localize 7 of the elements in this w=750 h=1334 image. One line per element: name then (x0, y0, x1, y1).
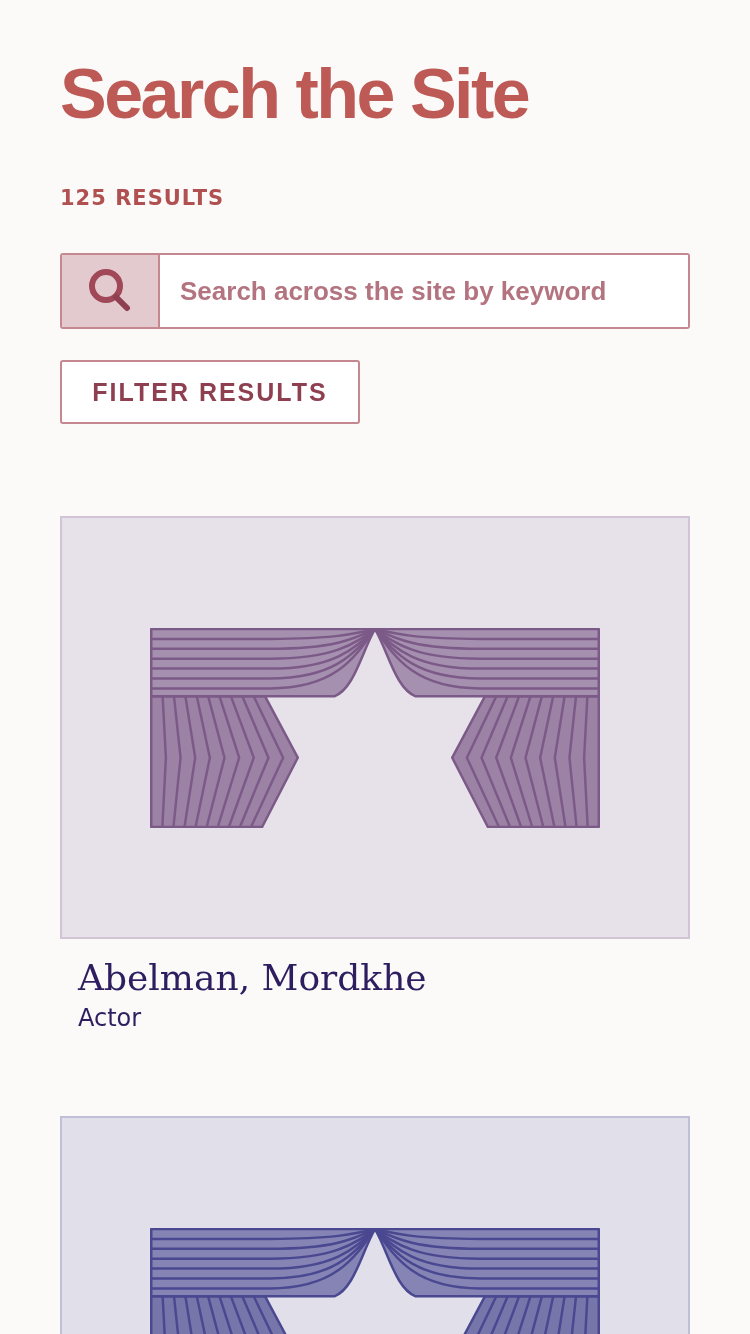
search-field[interactable]: Search across the site by keyword (60, 253, 690, 329)
result-count: 125 RESULTS (60, 186, 226, 210)
result-title[interactable]: Abelman, Mordkhe (78, 957, 690, 998)
page-title: Search the Site (60, 54, 530, 135)
result-subtitle: Actor (78, 1004, 143, 1032)
card-background[interactable] (60, 516, 690, 939)
filter-button[interactable]: FILTER RESULTS (60, 360, 360, 424)
